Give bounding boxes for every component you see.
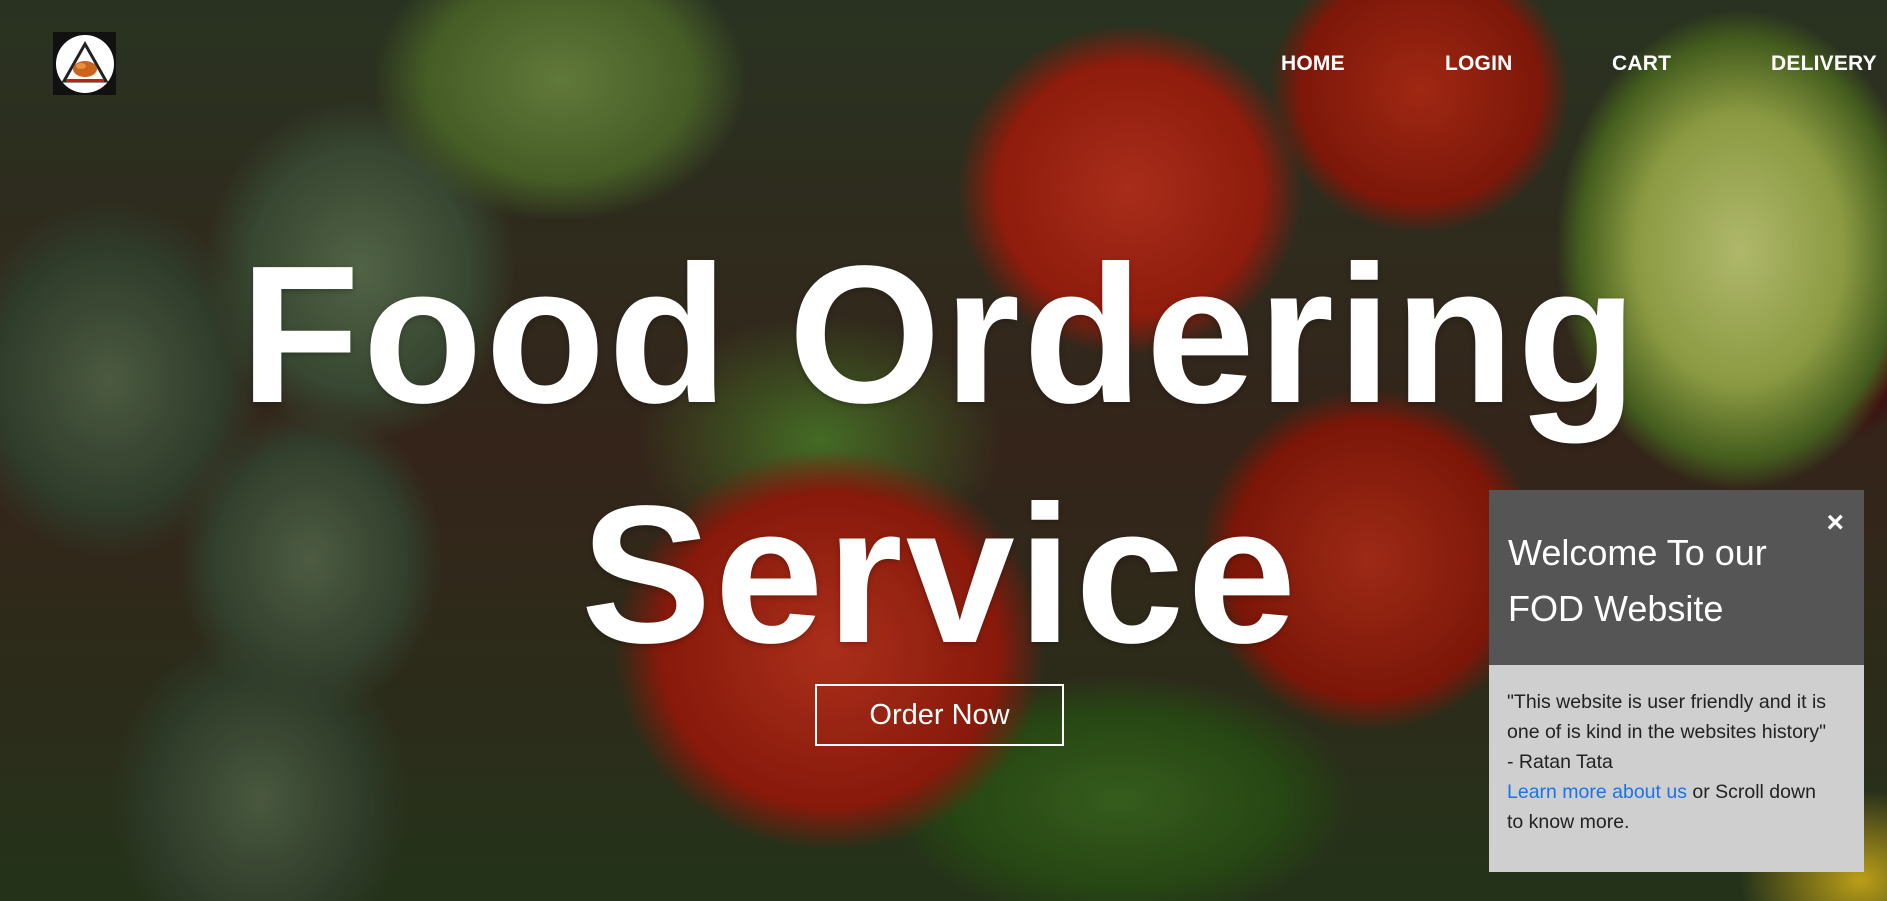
nav-home[interactable]: HOME bbox=[1281, 52, 1345, 76]
scroll-hint-text-end: to know more. bbox=[1507, 811, 1630, 833]
hero-headline: Food Ordering Service bbox=[230, 215, 1650, 695]
welcome-popup: Welcome To our FOD Website × "This websi… bbox=[1489, 490, 1864, 872]
popup-title: Welcome To our FOD Website bbox=[1508, 532, 1767, 629]
popup-body: "This website is user friendly and it is… bbox=[1489, 665, 1864, 872]
testimonial-quote-line-1: "This website is user friendly and it is bbox=[1507, 691, 1827, 713]
popup-header: Welcome To our FOD Website × bbox=[1489, 490, 1864, 665]
testimonial-author: - Ratan Tata bbox=[1507, 751, 1613, 773]
main-nav: HOME LOGIN CART DELIVERY bbox=[0, 52, 1887, 76]
headline-line-1: Food Ordering bbox=[240, 225, 1640, 444]
nav-delivery[interactable]: DELIVERY bbox=[1771, 52, 1877, 76]
order-now-button[interactable]: Order Now bbox=[815, 684, 1064, 746]
learn-more-link[interactable]: Learn more about us bbox=[1507, 781, 1687, 803]
testimonial-quote-line-2: one of is kind in the websites history" bbox=[1507, 721, 1827, 743]
headline-line-2: Service bbox=[580, 465, 1300, 684]
nav-login[interactable]: LOGIN bbox=[1445, 52, 1513, 76]
nav-cart[interactable]: CART bbox=[1612, 52, 1671, 76]
scroll-hint-text: or Scroll down bbox=[1686, 781, 1816, 803]
hero-section: HOME LOGIN CART DELIVERY Food Ordering S… bbox=[0, 0, 1887, 901]
close-icon[interactable]: × bbox=[1826, 508, 1844, 538]
